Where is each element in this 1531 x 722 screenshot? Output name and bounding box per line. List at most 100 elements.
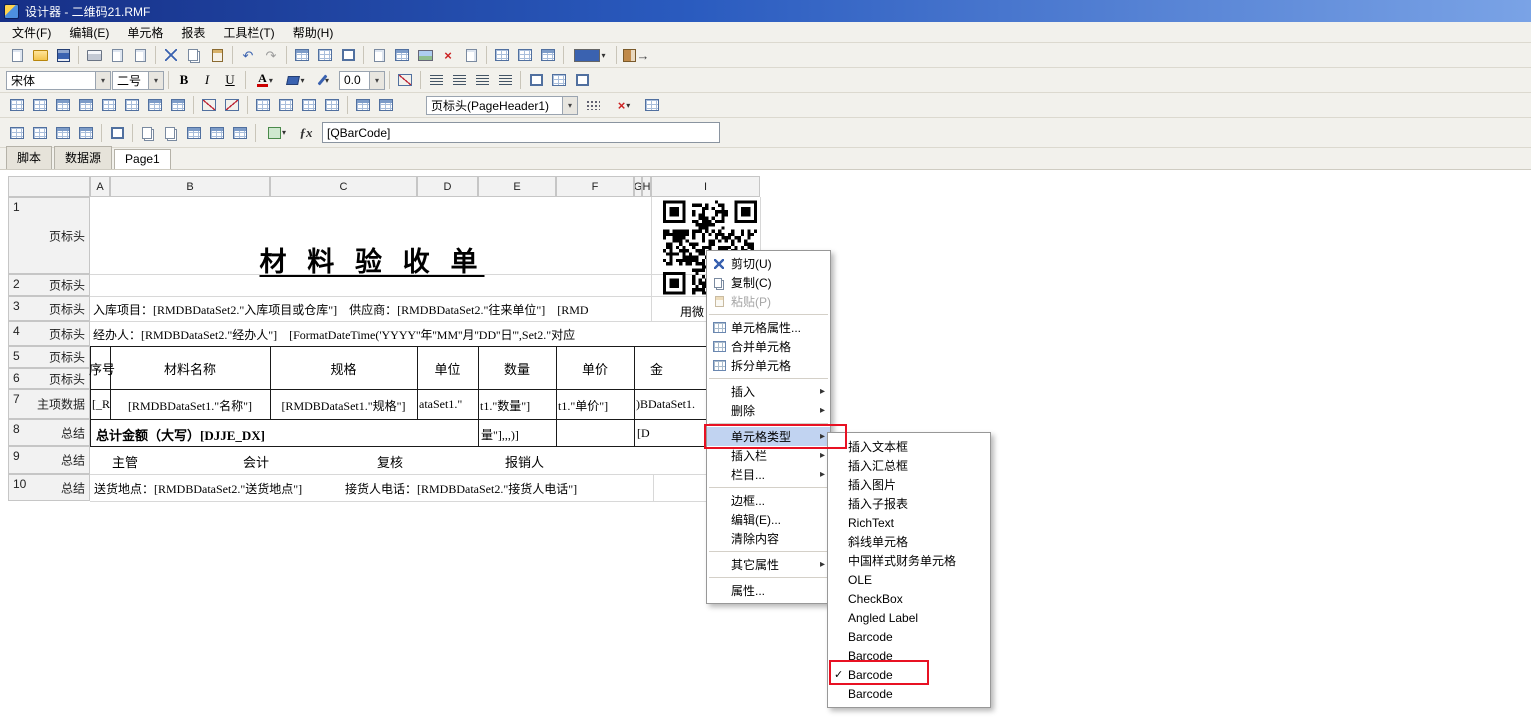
data-cell-qty[interactable]: t1."数量"] (480, 397, 530, 414)
column-header-F[interactable]: F (556, 176, 634, 197)
sign-accountant-cell[interactable]: 会计 (243, 452, 269, 471)
table-style-button-3[interactable] (229, 123, 251, 143)
tab-page1[interactable]: Page1 (114, 149, 171, 169)
tab-datasource[interactable]: 数据源 (54, 146, 112, 169)
data-cell-spec[interactable]: [RMDBDataSet1."规格"] (270, 397, 417, 414)
save-button[interactable] (52, 45, 74, 65)
lock-button[interactable] (641, 95, 663, 115)
field-row4-cell[interactable]: 经办人：[RMDBDataSet2."经办人"] [FormatDateTime… (93, 326, 575, 343)
column-header-E[interactable]: E (478, 176, 556, 197)
new-document-button[interactable] (6, 45, 28, 65)
submenu-item-barcode-4[interactable]: Barcode (828, 684, 990, 703)
context-menu-item-merge-cells[interactable]: 合并单元格 (707, 337, 830, 356)
tab-script[interactable]: 脚本 (6, 146, 52, 169)
data-cell-amount[interactable]: )BDataSet1. (636, 397, 695, 412)
insert-object-dropdown[interactable]: ▾ (260, 123, 294, 143)
data-cell-price[interactable]: t1."单价"] (558, 397, 608, 414)
column-header-H[interactable]: H (642, 176, 651, 197)
ungroup-button[interactable] (160, 123, 182, 143)
merge-up-button[interactable] (298, 95, 320, 115)
row-header-6[interactable]: 6页标头 (8, 368, 90, 389)
submenu-item-insert-subreport[interactable]: 插入子报表 (828, 494, 990, 513)
group-button[interactable] (137, 123, 159, 143)
font-family-combo[interactable]: 宋体 ▾ (6, 71, 111, 90)
row-header-3[interactable]: 3页标头 (8, 296, 90, 321)
submenu-item-barcode-1[interactable]: Barcode (828, 627, 990, 646)
submenu-item-angled-label[interactable]: Angled Label (828, 608, 990, 627)
border-inside-button[interactable] (548, 70, 570, 90)
delete-row-button[interactable] (121, 95, 143, 115)
total-mid-cell[interactable]: 量"],,,)] (481, 426, 519, 443)
resize-row-button[interactable] (167, 95, 189, 115)
report-title-cell[interactable]: 材 料 验 收 单 (110, 240, 634, 279)
new-page-button[interactable] (460, 45, 482, 65)
data-cell-name[interactable]: [RMDBDataSet1."名称"] (110, 397, 270, 414)
insert-image-button[interactable] (414, 45, 436, 65)
open-file-button[interactable] (29, 45, 51, 65)
row-header-8[interactable]: 8总结 (8, 419, 90, 446)
submenu-item-insert-image[interactable]: 插入图片 (828, 475, 990, 494)
submenu-item-checkbox[interactable]: CheckBox (828, 589, 990, 608)
table-header-unit[interactable]: 单位 (417, 359, 478, 378)
undo-button[interactable]: ↶ (237, 45, 259, 65)
menu-file[interactable]: 文件(F) (3, 22, 60, 43)
data-cell-unit[interactable]: ataSet1." (419, 397, 462, 412)
insert-column-right-button[interactable] (29, 95, 51, 115)
submenu-item-insert-summary[interactable]: 插入汇总框 (828, 456, 990, 475)
insert-row-above-button[interactable] (52, 95, 74, 115)
context-menu-item-other-properties[interactable]: 其它属性▸ (707, 555, 830, 574)
context-menu-item-cell-properties[interactable]: 单元格属性... (707, 318, 830, 337)
sign-reimburser-cell[interactable]: 报销人 (505, 452, 544, 471)
table-style-button-2[interactable] (206, 123, 228, 143)
row-header-9[interactable]: 9总结 (8, 446, 90, 474)
footer-phone-cell[interactable]: 接货人电话：[RMDBDataSet2."接货人电话"] (345, 480, 577, 497)
column-header-D[interactable]: D (417, 176, 478, 197)
table-header-amount[interactable]: 金 (634, 359, 679, 378)
cut-button[interactable] (160, 45, 182, 65)
distribute-button[interactable] (75, 123, 97, 143)
row-header-5[interactable]: 5页标头 (8, 346, 90, 368)
sheet-corner-cell[interactable] (8, 176, 90, 197)
menu-edit[interactable]: 编辑(E) (60, 22, 118, 43)
font-color-button[interactable]: A▾ (250, 70, 280, 90)
page-setup-button[interactable] (129, 45, 151, 65)
merge-down-button[interactable] (321, 95, 343, 115)
table-header-price[interactable]: 单价 (556, 359, 634, 378)
menu-report[interactable]: 报表 (172, 22, 214, 43)
insert-table-button[interactable] (391, 45, 413, 65)
qr-caption-cell[interactable]: 用微 (680, 303, 704, 320)
data-cell-seq[interactable]: [_R (92, 397, 110, 412)
delete-band-dropdown[interactable]: ×▾ (608, 95, 640, 115)
table-header-qty[interactable]: 数量 (478, 359, 556, 378)
print-button[interactable] (83, 45, 105, 65)
row-header-1[interactable]: 1页标头 (8, 197, 90, 274)
table-style-button-1[interactable] (183, 123, 205, 143)
sign-reviewer-cell[interactable]: 复核 (377, 452, 403, 471)
align-center-button[interactable] (448, 70, 470, 90)
underline-button[interactable]: U (219, 70, 241, 90)
redo-button[interactable]: ↷ (260, 45, 282, 65)
line-width-combo[interactable]: 0.0 ▾ (339, 71, 385, 90)
column-header-A[interactable]: A (90, 176, 110, 197)
chevron-down-icon[interactable]: ▾ (95, 72, 110, 89)
field-row3-cell[interactable]: 入库项目：[RMDBDataSet2."入库项目或仓库"] 供应商：[RMDBD… (93, 301, 589, 318)
font-size-combo[interactable]: 二号 ▾ (112, 71, 164, 90)
row-header-10[interactable]: 10总结 (8, 474, 90, 501)
subscript-button[interactable] (375, 95, 397, 115)
chevron-down-icon[interactable]: ▾ (369, 72, 384, 89)
align-bottom-button[interactable] (52, 123, 74, 143)
resize-column-button[interactable] (144, 95, 166, 115)
context-menu-item-clear-content[interactable]: 清除内容 (707, 529, 830, 548)
chevron-down-icon[interactable]: ▾ (562, 97, 577, 114)
insert-row-below-button[interactable] (75, 95, 97, 115)
menu-help[interactable]: 帮助(H) (284, 22, 343, 43)
superscript-button[interactable] (352, 95, 374, 115)
sign-manager-cell[interactable]: 主管 (112, 452, 138, 471)
delete-column-button[interactable] (98, 95, 120, 115)
insert-column-left-button[interactable] (6, 95, 28, 115)
column-header-G[interactable]: G (634, 176, 642, 197)
bold-button[interactable]: B (173, 70, 195, 90)
align-top-button[interactable] (6, 123, 28, 143)
print-preview-button[interactable] (106, 45, 128, 65)
submenu-item-insert-textbox[interactable]: 插入文本框 (828, 437, 990, 456)
